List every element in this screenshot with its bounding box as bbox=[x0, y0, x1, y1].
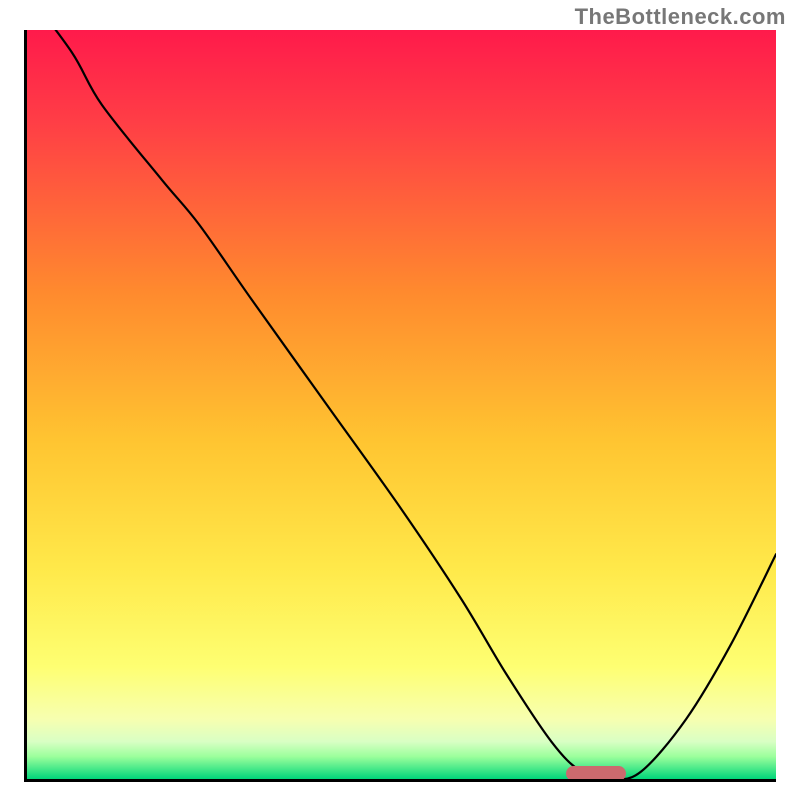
watermark-text: TheBottleneck.com bbox=[575, 4, 786, 30]
chart-container: TheBottleneck.com bbox=[0, 0, 800, 800]
plot-area bbox=[24, 30, 776, 782]
bottleneck-curve bbox=[27, 30, 776, 779]
optimal-range-marker bbox=[566, 766, 626, 781]
